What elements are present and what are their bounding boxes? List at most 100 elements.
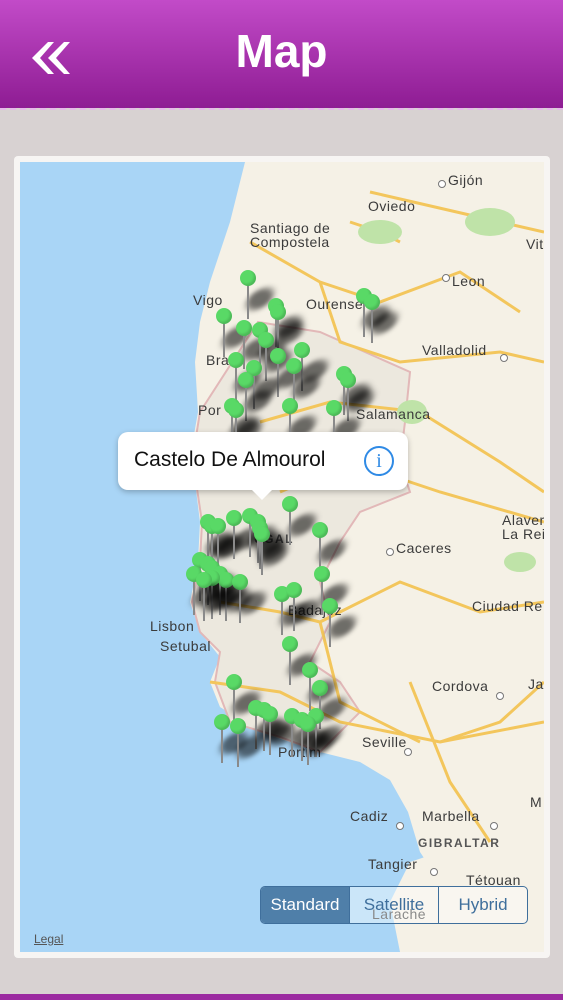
- pin-head: [282, 636, 298, 652]
- pin-head: [270, 348, 286, 364]
- pin-stick: [233, 525, 235, 559]
- pin-head: [300, 716, 316, 732]
- city-dot: [438, 180, 446, 188]
- map-pin[interactable]: [196, 572, 235, 624]
- pin-head: [282, 398, 298, 414]
- pin-head: [230, 718, 246, 734]
- pin-head: [258, 332, 274, 348]
- pin-head: [364, 294, 380, 310]
- info-icon[interactable]: i: [364, 446, 394, 476]
- map-pin[interactable]: [322, 598, 361, 650]
- city-label: Oviedo: [368, 198, 416, 214]
- city-dot: [442, 274, 450, 282]
- pin-stick: [269, 721, 271, 755]
- pin-stick: [329, 613, 331, 647]
- city-label: Compostela: [250, 234, 330, 250]
- callout-title: Castelo De Almourol: [134, 448, 326, 471]
- city-label: Vigo: [193, 292, 223, 308]
- pin-head: [228, 352, 244, 368]
- map-type-standard[interactable]: Standard: [261, 887, 350, 923]
- pin-stick: [293, 597, 295, 631]
- header-stitch: [0, 104, 563, 110]
- map-pin[interactable]: [226, 510, 265, 562]
- footer-bar: [0, 994, 563, 1000]
- city-dot: [396, 822, 404, 830]
- city-label: Caceres: [396, 540, 452, 556]
- map-type-satellite[interactable]: Satellite: [350, 887, 439, 923]
- city-label: Por: [198, 402, 222, 418]
- city-label: Seville: [362, 734, 407, 750]
- map-type-segmented-control[interactable]: Standard Satellite Hybrid: [260, 886, 528, 924]
- pin-stick: [203, 587, 205, 621]
- map-pin[interactable]: [214, 714, 253, 766]
- pin-head: [286, 358, 302, 374]
- app-header: Map: [0, 0, 563, 110]
- annotation-callout[interactable]: Castelo De Almourol i: [118, 432, 408, 500]
- pin-head: [236, 320, 252, 336]
- map-pin[interactable]: [282, 496, 321, 548]
- pin-stick: [261, 541, 263, 575]
- map-pin[interactable]: [364, 294, 403, 346]
- map-pin[interactable]: [340, 372, 379, 424]
- pin-stick: [223, 323, 225, 357]
- city-dot: [500, 354, 508, 362]
- city-label: Tangier: [368, 856, 418, 872]
- map-pin[interactable]: [282, 636, 321, 688]
- pin-head: [216, 308, 232, 324]
- pin-head: [326, 400, 342, 416]
- pin-head: [282, 496, 298, 512]
- pin-head: [312, 522, 328, 538]
- pin-head: [262, 706, 278, 722]
- map-pin[interactable]: [240, 270, 279, 322]
- city-label: Ourense: [306, 296, 364, 312]
- city-label: Ciudad Re: [472, 598, 543, 614]
- map-type-hybrid[interactable]: Hybrid: [439, 887, 527, 923]
- map-pin[interactable]: [262, 706, 301, 758]
- city-label: Salamanca: [356, 406, 431, 422]
- city-label: M: [530, 794, 543, 810]
- legal-link[interactable]: Legal: [34, 932, 63, 946]
- pin-head: [240, 270, 256, 286]
- city-label: Valladolid: [422, 342, 487, 358]
- city-label: Gijón: [448, 172, 484, 188]
- pin-head: [238, 372, 254, 388]
- pin-stick: [265, 347, 267, 381]
- map-frame: Gijón Oviedo Santiago de Compostela Vigo…: [14, 156, 550, 958]
- pin-stick: [237, 733, 239, 767]
- pin-stick: [289, 511, 291, 545]
- pin-stick: [239, 589, 241, 623]
- map-pin[interactable]: [254, 526, 293, 578]
- map-pin[interactable]: [300, 716, 339, 768]
- pin-head: [196, 572, 212, 588]
- pin-head: [254, 526, 270, 542]
- map-pin[interactable]: [286, 582, 325, 634]
- city-label: Cadiz: [350, 808, 389, 824]
- pin-stick: [309, 677, 311, 711]
- city-label: La Rei: [502, 526, 544, 542]
- pin-stick: [235, 367, 237, 401]
- pin-head: [228, 402, 244, 418]
- pin-stick: [221, 729, 223, 763]
- city-dot: [386, 548, 394, 556]
- map-pin[interactable]: [230, 718, 269, 770]
- city-label: Marbella: [422, 808, 480, 824]
- pin-stick: [281, 601, 283, 635]
- pin-head: [210, 518, 226, 534]
- city-label: Cordova: [432, 678, 489, 694]
- map-view[interactable]: Gijón Oviedo Santiago de Compostela Vigo…: [20, 162, 544, 952]
- pin-head: [270, 304, 286, 320]
- pin-stick: [289, 651, 291, 685]
- city-label: Lisbon: [150, 618, 195, 634]
- city-label: Leon: [452, 273, 486, 289]
- pin-stick: [307, 731, 309, 765]
- city-label: Setubal: [160, 638, 211, 654]
- page-title: Map: [235, 25, 328, 77]
- pin-head: [312, 680, 328, 696]
- pin-head: [294, 342, 310, 358]
- city-label: Vit: [526, 236, 544, 252]
- pin-stick: [371, 309, 373, 343]
- city-label: GIBRALTAR: [418, 836, 501, 850]
- city-dot: [430, 868, 438, 876]
- city-label: Ja: [528, 676, 544, 692]
- pin-head: [340, 372, 356, 388]
